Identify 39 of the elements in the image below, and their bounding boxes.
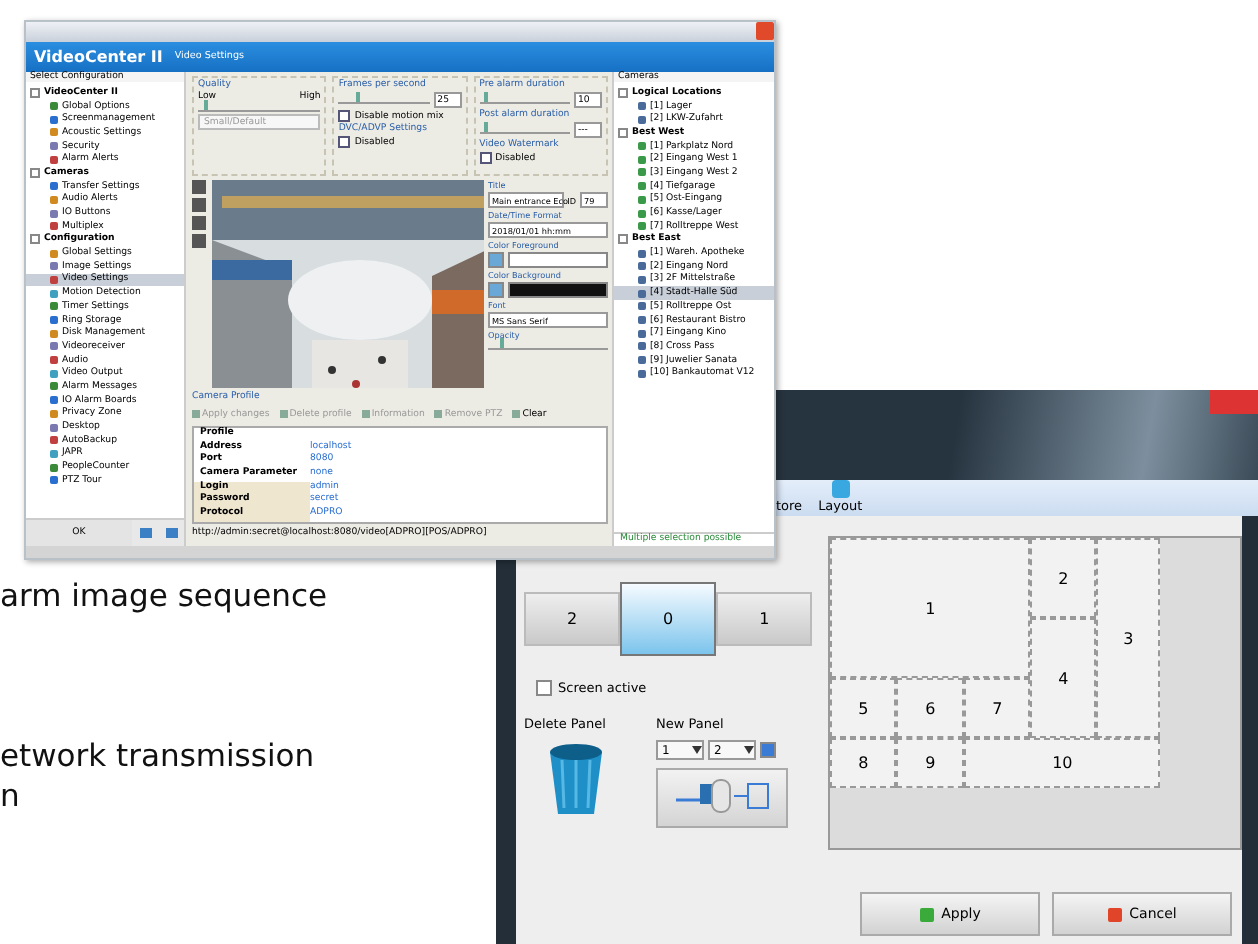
layout-panel[interactable]: 10 xyxy=(964,738,1161,788)
checkbox[interactable] xyxy=(479,152,492,164)
expander-icon[interactable] xyxy=(30,234,40,245)
layout-panel[interactable]: 6 xyxy=(896,678,965,738)
slider-thumb[interactable] xyxy=(356,92,361,102)
layout-panel[interactable]: 5 xyxy=(830,678,897,738)
close-button[interactable] xyxy=(756,22,774,40)
caption-text: n xyxy=(0,776,22,816)
screen-tab[interactable]: 2 xyxy=(524,591,621,645)
layout-panel[interactable]: 4 xyxy=(1030,618,1097,738)
caret-icon xyxy=(692,746,702,754)
apply-icon xyxy=(919,907,934,921)
trash-icon[interactable] xyxy=(544,740,608,816)
color-field[interactable] xyxy=(508,252,608,268)
panel-drag-icon xyxy=(672,775,772,815)
color-field[interactable] xyxy=(508,282,608,298)
checkbox[interactable] xyxy=(760,742,776,758)
layout-panel[interactable]: 9 xyxy=(896,738,965,788)
checkbox[interactable] xyxy=(536,680,552,696)
expander-icon[interactable] xyxy=(30,87,40,98)
slider-thumb[interactable] xyxy=(483,122,488,132)
add-panel-button[interactable] xyxy=(656,768,788,828)
caption-text: arm image sequence xyxy=(0,576,328,616)
screen-tab[interactable]: 0 xyxy=(620,581,717,655)
slider-thumb[interactable] xyxy=(204,100,209,110)
checkbox[interactable] xyxy=(338,136,351,148)
cancel-icon xyxy=(1107,907,1122,921)
caption-text: etwork transmission xyxy=(0,736,317,776)
screen-tab[interactable]: 1 xyxy=(716,591,813,645)
layout-panel[interactable]: 2 xyxy=(1030,538,1097,618)
slider-thumb[interactable] xyxy=(483,92,488,102)
layout-panel[interactable]: 7 xyxy=(964,678,1031,738)
layout-panel[interactable]: 1 xyxy=(830,538,1031,678)
layout-panel[interactable]: 3 xyxy=(1096,538,1161,738)
checkbox[interactable] xyxy=(338,110,351,122)
app-title: VideoCenter II xyxy=(34,48,163,66)
expander-icon[interactable] xyxy=(30,167,40,178)
layout-panel[interactable]: 8 xyxy=(830,738,897,788)
caret-icon xyxy=(744,746,754,754)
